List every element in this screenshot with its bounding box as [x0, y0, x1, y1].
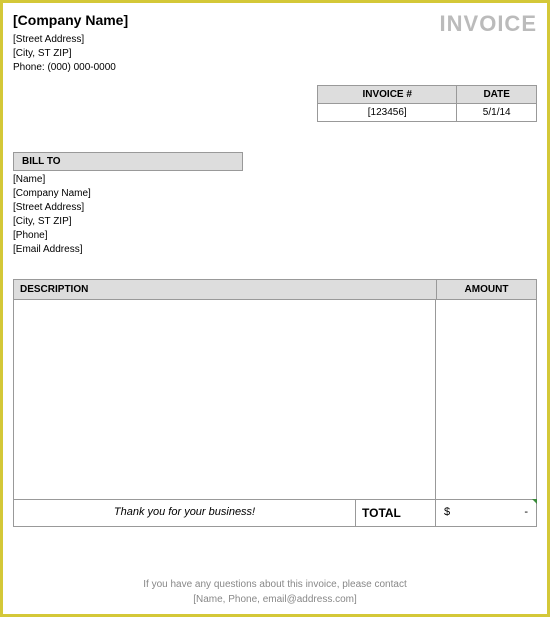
company-street: [Street Address]	[13, 33, 128, 47]
invoice-date-header: DATE	[457, 85, 537, 103]
billto-city: [City, ST ZIP]	[13, 215, 537, 229]
total-label: TOTAL	[356, 500, 436, 526]
company-block: [Company Name] [Street Address] [City, S…	[13, 11, 128, 75]
invoice-meta-table: INVOICE # DATE [123456] 5/1/14	[317, 85, 537, 122]
bill-to-body: [Name] [Company Name] [Street Address] […	[13, 173, 537, 257]
billto-name: [Name]	[13, 173, 537, 187]
line-items-body	[13, 300, 537, 500]
footer: If you have any questions about this inv…	[13, 577, 537, 607]
totals-row: Thank you for your business! TOTAL $ -	[13, 500, 537, 527]
invoice-number-value: [123456]	[318, 103, 457, 121]
invoice-date-value: 5/1/14	[457, 103, 537, 121]
billto-phone: [Phone]	[13, 229, 537, 243]
bill-to-header: BILL TO	[13, 152, 243, 171]
currency-symbol: $	[444, 506, 450, 520]
description-column-header: DESCRIPTION	[14, 279, 437, 299]
amount-column	[436, 300, 536, 499]
footer-line2: [Name, Phone, email@address.com]	[13, 592, 537, 607]
invoice-title: INVOICE	[440, 11, 537, 37]
bill-to-section: BILL TO [Name] [Company Name] [Street Ad…	[13, 152, 537, 257]
total-amount: $ -	[436, 500, 536, 526]
billto-company: [Company Name]	[13, 187, 537, 201]
company-city: [City, ST ZIP]	[13, 47, 128, 61]
company-name: [Company Name]	[13, 11, 128, 31]
amount-column-header: AMOUNT	[437, 279, 537, 299]
total-value: -	[524, 506, 528, 520]
invoice-number-header: INVOICE #	[318, 85, 457, 103]
header: [Company Name] [Street Address] [City, S…	[13, 11, 537, 75]
footer-line1: If you have any questions about this inv…	[13, 577, 537, 592]
billto-email: [Email Address]	[13, 243, 537, 257]
line-items-header: DESCRIPTION AMOUNT	[13, 279, 537, 300]
thank-you-message: Thank you for your business!	[14, 500, 356, 526]
company-phone: Phone: (000) 000-0000	[13, 61, 128, 75]
description-column	[14, 300, 436, 499]
billto-street: [Street Address]	[13, 201, 537, 215]
